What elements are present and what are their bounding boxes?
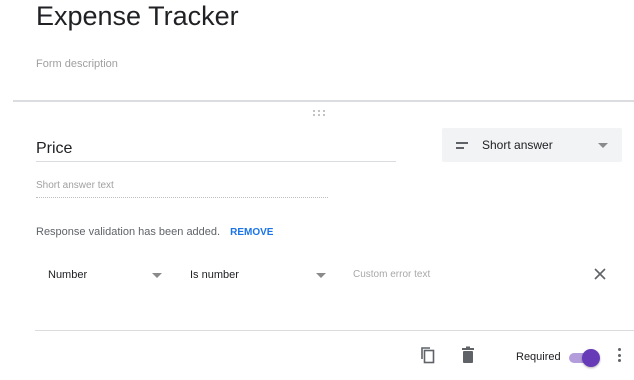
copy-icon[interactable] — [419, 346, 437, 364]
footer-divider — [35, 330, 634, 331]
question-title-input[interactable]: Price — [36, 140, 396, 162]
validation-condition-select[interactable]: Is number — [190, 264, 326, 286]
question-type-select[interactable]: Short answer — [442, 128, 622, 162]
drag-handle-icon[interactable] — [313, 110, 327, 118]
remove-validation-button[interactable]: REMOVE — [230, 227, 273, 238]
trash-icon[interactable] — [460, 346, 476, 364]
toggle-knob — [582, 349, 600, 367]
required-toggle[interactable] — [567, 349, 600, 367]
close-icon[interactable] — [593, 267, 607, 281]
chevron-down-icon — [598, 142, 608, 148]
validation-message: Response validation has been added. — [36, 226, 221, 238]
validation-notice: Response validation has been added. REMO… — [36, 226, 273, 238]
required-label: Required — [516, 351, 561, 363]
short-answer-placeholder: Short answer text — [36, 180, 328, 198]
more-vert-icon[interactable] — [614, 346, 624, 364]
header-divider — [13, 100, 634, 102]
form-title[interactable]: Expense Tracker — [36, 0, 239, 32]
short-answer-lines-icon — [456, 140, 470, 150]
chevron-down-icon — [316, 272, 326, 278]
question-type-label: Short answer — [482, 138, 553, 152]
validation-condition-label: Is number — [190, 269, 239, 281]
chevron-down-icon — [152, 272, 162, 278]
validation-type-select[interactable]: Number — [48, 264, 162, 286]
validation-type-label: Number — [48, 269, 88, 281]
form-description[interactable]: Form description — [36, 58, 118, 70]
custom-error-input[interactable]: Custom error text — [353, 269, 430, 280]
